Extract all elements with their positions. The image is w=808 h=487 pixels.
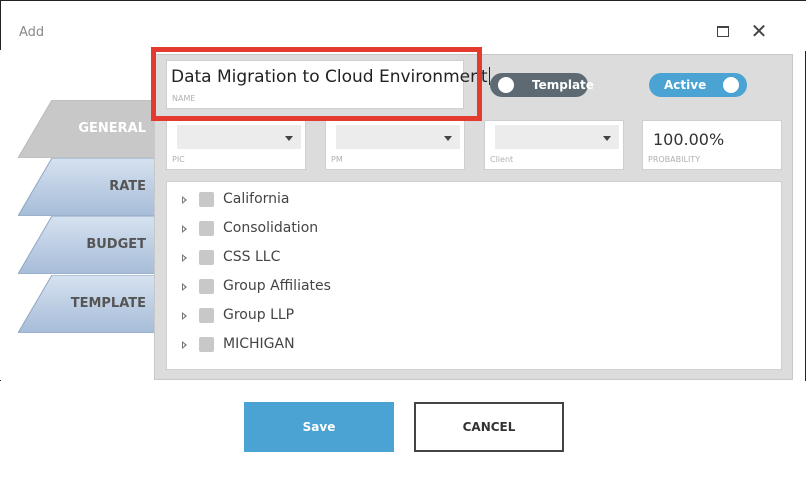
tree-item-label: Group LLP [223, 307, 295, 323]
expand-arrow-icon[interactable] [182, 341, 187, 349]
template-toggle-label: Template [532, 78, 594, 92]
client-label: Client [490, 155, 514, 164]
pic-select[interactable] [177, 125, 301, 149]
name-value-wrap: Data Migration to Cloud Environment [171, 67, 490, 87]
tree-item: CSS LLC [167, 246, 567, 274]
tab-template[interactable]: TEMPLATE [18, 275, 156, 333]
save-button[interactable]: Save [244, 402, 394, 452]
close-icon[interactable]: ✕ [749, 22, 769, 43]
pic-field: PIC [166, 120, 306, 170]
probability-value: 100.00% [653, 130, 725, 149]
tree-item: Group LLP [167, 304, 567, 332]
tree-item-label: Group Affiliates [223, 278, 331, 294]
tab-general[interactable]: GENERAL [18, 100, 156, 158]
tree-checkbox[interactable] [199, 221, 214, 236]
title-bar: Add ✕ [1, 1, 807, 51]
tree-checkbox[interactable] [199, 279, 214, 294]
expand-arrow-icon[interactable] [182, 225, 187, 233]
entity-tree: California Consolidation CSS LLC Group A… [166, 181, 782, 370]
pm-label: PM [331, 155, 343, 164]
client-field: Client [484, 120, 624, 170]
pm-field: PM [325, 120, 465, 170]
maximize-icon[interactable] [715, 23, 735, 43]
tab-panel: GENERAL RATE BUDGET TEMPLATE [0, 50, 156, 380]
tree-item-label: MICHIGAN [223, 336, 295, 352]
tree-item-label: Consolidation [223, 220, 319, 236]
expand-arrow-icon[interactable] [182, 254, 187, 262]
active-toggle-label: Active [664, 78, 707, 92]
cancel-button[interactable]: CANCEL [414, 402, 564, 452]
probability-field[interactable]: 100.00% PROBABILITY [642, 120, 782, 170]
tree-item: MICHIGAN [167, 333, 567, 361]
probability-label: PROBABILITY [648, 155, 701, 164]
tree-checkbox[interactable] [199, 337, 214, 352]
active-toggle-knob [723, 77, 739, 93]
tab-rate[interactable]: RATE [18, 158, 156, 216]
tree-item: Consolidation [167, 217, 567, 245]
chevron-down-icon [444, 136, 452, 141]
tree-item: Group Affiliates [167, 275, 567, 303]
tree-checkbox[interactable] [199, 308, 214, 323]
client-select[interactable] [495, 125, 619, 149]
expand-arrow-icon[interactable] [182, 283, 187, 291]
pic-label: PIC [172, 155, 185, 164]
tab-rate-label: RATE [109, 179, 146, 194]
template-toggle-knob [498, 77, 514, 93]
pm-select[interactable] [336, 125, 460, 149]
name-value: Data Migration to Cloud Environment [171, 67, 488, 87]
name-label: NAME [172, 94, 196, 103]
window-title: Add [19, 25, 45, 40]
chevron-down-icon [285, 136, 293, 141]
name-field[interactable]: Data Migration to Cloud Environment NAME [166, 60, 490, 109]
tab-budget-label: BUDGET [86, 237, 146, 252]
template-toggle[interactable]: Template [490, 73, 594, 97]
active-toggle[interactable]: Active [649, 73, 747, 97]
tree-item: California [167, 188, 567, 216]
dialog-footer [0, 381, 806, 485]
tab-budget[interactable]: BUDGET [18, 216, 156, 274]
expand-arrow-icon[interactable] [182, 312, 187, 320]
tree-checkbox[interactable] [199, 250, 214, 265]
tree-item-label: CSS LLC [223, 249, 281, 265]
tree-checkbox[interactable] [199, 192, 214, 207]
chevron-down-icon [603, 136, 611, 141]
tab-general-label: GENERAL [78, 121, 146, 136]
tree-item-label: California [223, 191, 290, 207]
expand-arrow-icon[interactable] [182, 196, 187, 204]
tab-template-label: TEMPLATE [70, 296, 146, 311]
